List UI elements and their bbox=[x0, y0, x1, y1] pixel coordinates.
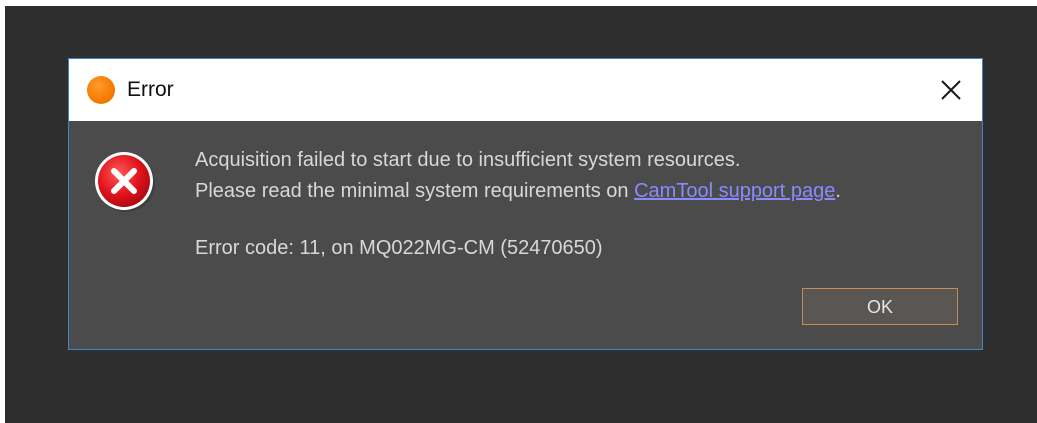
error-dialog: Error Acquisition failed to start due to… bbox=[68, 58, 983, 350]
error-code-text: Error code: 11, on MQ022MG-CM (52470650) bbox=[195, 237, 603, 259]
message-line-2: Please read the minimal system requireme… bbox=[195, 176, 841, 207]
message-line-2-text: Please read the minimal system requireme… bbox=[195, 180, 635, 202]
close-button[interactable] bbox=[934, 73, 968, 107]
support-page-link[interactable]: CamTool support page bbox=[634, 180, 835, 202]
app-logo-icon bbox=[87, 76, 115, 104]
dialog-title: Error bbox=[127, 78, 174, 101]
close-icon bbox=[941, 80, 961, 100]
error-icon bbox=[95, 152, 155, 212]
title-bar: Error bbox=[69, 59, 982, 121]
message-line-1: Acquisition failed to start due to insuf… bbox=[195, 149, 741, 171]
error-message: Acquisition failed to start due to insuf… bbox=[195, 145, 841, 264]
ok-button[interactable]: OK bbox=[802, 288, 958, 325]
message-line-2-suffix: . bbox=[835, 180, 841, 202]
